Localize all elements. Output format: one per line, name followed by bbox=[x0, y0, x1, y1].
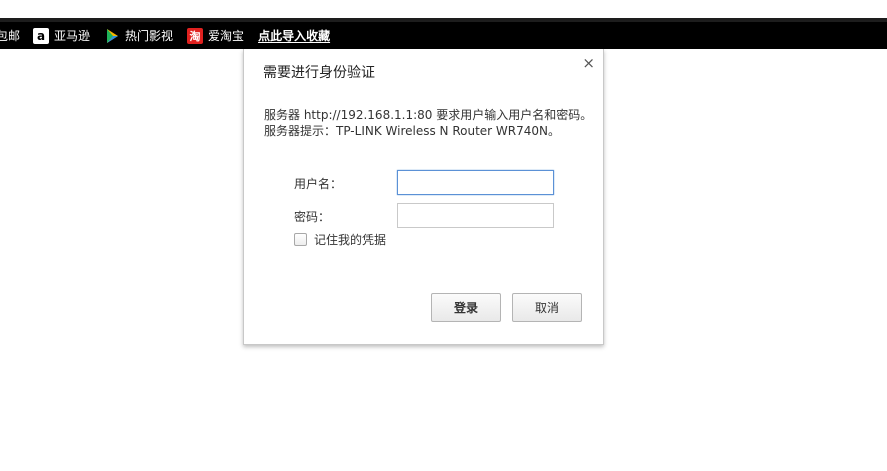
video-play-icon bbox=[104, 28, 120, 44]
dialog-message: 服务器 http://192.168.1.1:80 要求用户输入用户名和密码。 … bbox=[264, 107, 592, 139]
username-label: 用户名： bbox=[294, 177, 343, 191]
bookmark-label: 热门影视 bbox=[125, 29, 174, 43]
bookmark-label: 点此导入收藏 bbox=[258, 29, 331, 43]
bookmark-label: 包邮 bbox=[0, 29, 21, 43]
amazon-icon: a bbox=[33, 27, 50, 44]
close-icon[interactable]: × bbox=[582, 54, 595, 72]
bookmark-hot-videos[interactable]: 热门影视 bbox=[104, 22, 173, 49]
bookmark-amazon[interactable]: a 亚马逊 bbox=[33, 22, 90, 49]
server-hint-message: 服务器提示：TP-LINK Wireless N Router WR740N。 bbox=[264, 124, 560, 138]
cancel-button[interactable]: 取消 bbox=[512, 293, 582, 322]
bookmark-label: 亚马逊 bbox=[54, 29, 91, 43]
login-button[interactable]: 登录 bbox=[431, 293, 501, 322]
username-input[interactable] bbox=[397, 170, 554, 195]
password-input[interactable] bbox=[397, 203, 554, 228]
password-label: 密码： bbox=[294, 210, 331, 224]
server-url-message: 服务器 http://192.168.1.1:80 要求用户输入用户名和密码。 bbox=[264, 108, 593, 122]
import-bookmarks-link[interactable]: 点此导入收藏 bbox=[258, 22, 330, 49]
window-top-strip bbox=[0, 0, 887, 18]
bookmark-baoyou[interactable]: 包邮 bbox=[0, 22, 20, 49]
dialog-title: 需要进行身份验证 bbox=[263, 65, 375, 81]
auth-dialog: 需要进行身份验证 × 服务器 http://192.168.1.1:80 要求用… bbox=[243, 49, 604, 345]
remember-credentials[interactable]: 记住我的凭据 bbox=[294, 231, 386, 248]
remember-checkbox[interactable] bbox=[294, 233, 307, 246]
bookmarks-bar: 包邮 a 亚马逊 热门影视 淘 爱淘宝 点此导入收藏 bbox=[0, 18, 887, 49]
remember-label: 记住我的凭据 bbox=[314, 233, 387, 247]
bookmark-aitaobao[interactable]: 淘 爱淘宝 bbox=[187, 22, 244, 49]
bookmark-label: 爱淘宝 bbox=[208, 29, 245, 43]
taobao-icon: 淘 bbox=[187, 27, 204, 44]
